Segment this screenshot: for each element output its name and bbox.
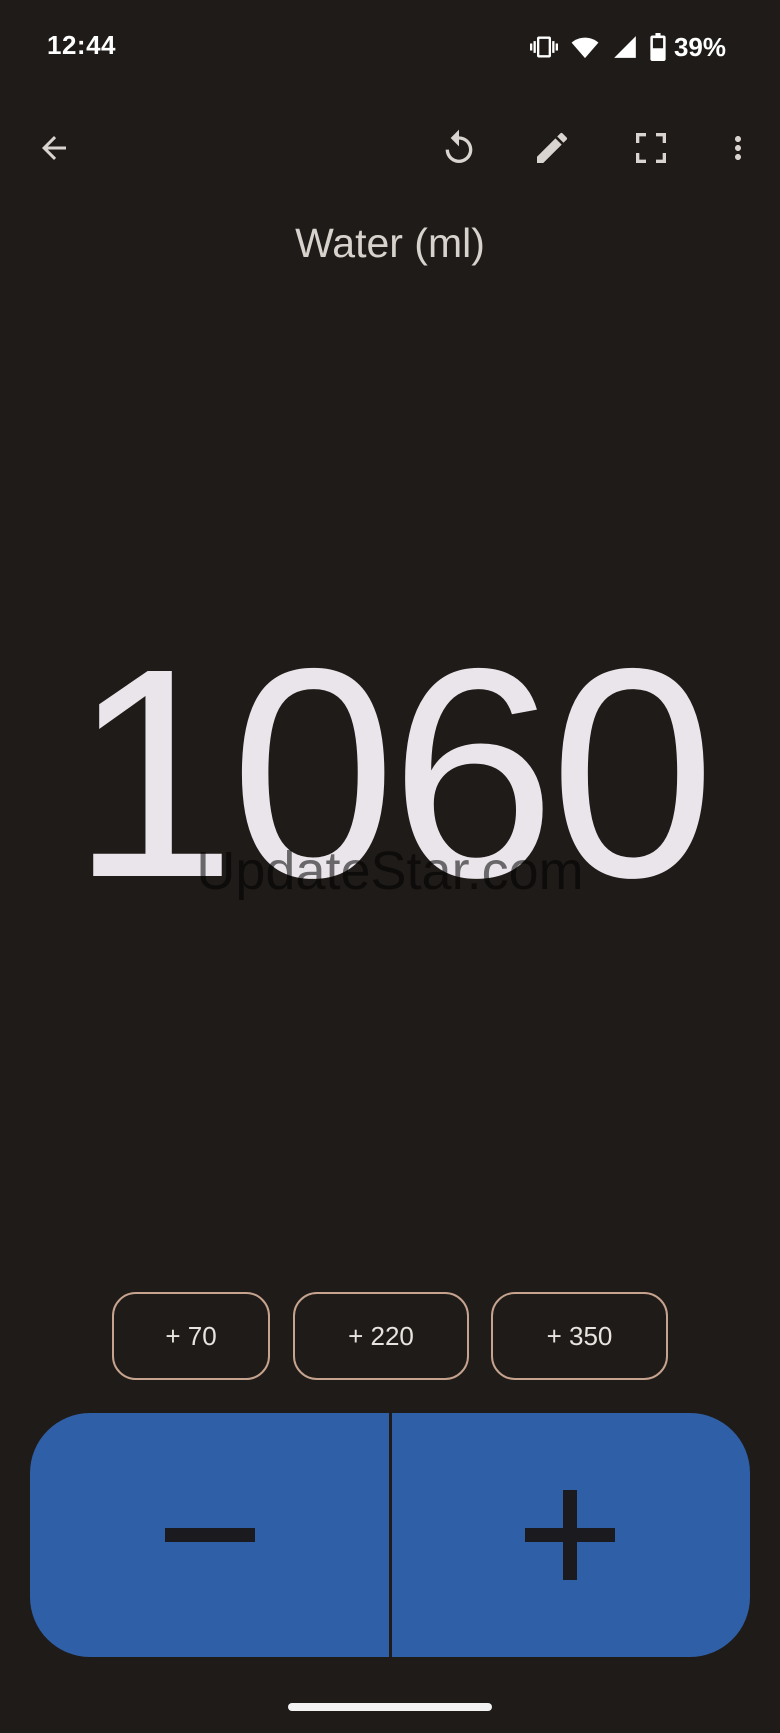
battery-percent: 39%	[673, 31, 726, 62]
quick-add-70-button[interactable]: + 70	[112, 1292, 270, 1380]
fullscreen-button[interactable]	[613, 110, 689, 186]
fullscreen-icon	[636, 133, 666, 163]
status-icons: 39%	[529, 30, 726, 64]
status-time: 12:44	[47, 30, 116, 60]
status-bar: 12:44 39%	[0, 0, 780, 96]
stepper-divider	[389, 1413, 392, 1657]
watermark: UpdateStar.com	[196, 841, 584, 901]
cell-signal-icon	[612, 34, 638, 60]
wifi-icon	[570, 33, 600, 61]
counter-title: Water (ml)	[295, 220, 485, 266]
minus-icon	[165, 1528, 255, 1542]
reset-button[interactable]	[421, 110, 497, 186]
quick-add-350-button[interactable]: + 350	[491, 1292, 668, 1380]
back-button[interactable]	[16, 110, 92, 186]
vibrate-icon	[529, 33, 558, 61]
quick-add-220-button[interactable]: + 220	[293, 1292, 469, 1380]
increment-button[interactable]	[390, 1413, 750, 1657]
decrement-button[interactable]	[30, 1413, 390, 1657]
edit-pencil-icon	[537, 132, 568, 163]
edit-button[interactable]	[514, 110, 590, 186]
toolbar	[0, 110, 780, 186]
back-arrow-icon	[42, 136, 66, 160]
battery-icon	[650, 33, 666, 61]
gesture-navigation-bar[interactable]	[288, 1703, 492, 1711]
reset-icon	[445, 129, 473, 163]
more-options-button[interactable]	[700, 110, 776, 186]
more-vert-icon	[735, 136, 741, 160]
counter-stepper	[30, 1413, 750, 1657]
